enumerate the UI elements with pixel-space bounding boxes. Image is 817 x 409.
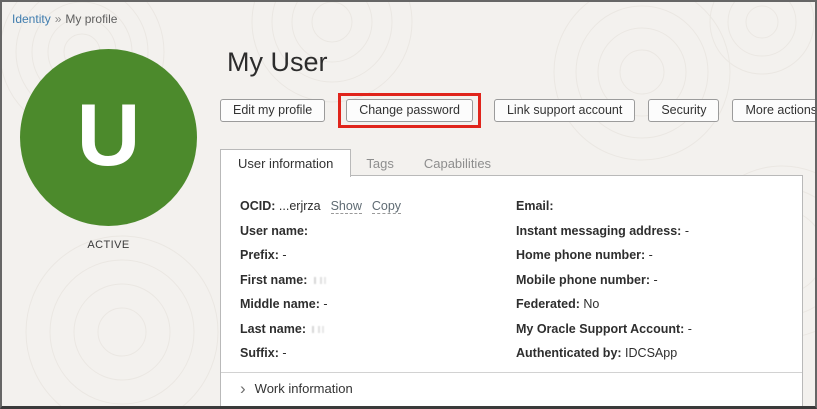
- field-first-name: First name:: [240, 273, 516, 287]
- field-label: Email:: [516, 199, 554, 213]
- button-label: More actions: [745, 103, 817, 117]
- tab-user-information[interactable]: User information: [220, 149, 351, 177]
- chevron-right-icon: ›: [240, 380, 246, 397]
- field-label: First name:: [240, 273, 307, 287]
- field-label: Federated:: [516, 297, 580, 311]
- breadcrumb-link-identity[interactable]: Identity: [12, 12, 51, 26]
- button-label: Link support account: [507, 103, 622, 117]
- redacted-value: [312, 326, 325, 333]
- field-label: Prefix:: [240, 248, 279, 262]
- field-ocid: OCID: ...erjrza Show Copy: [240, 199, 516, 213]
- redacted-value: [314, 277, 327, 284]
- field-label: Home phone number:: [516, 248, 645, 262]
- field-label: Instant messaging address:: [516, 224, 681, 238]
- field-label: Last name:: [240, 322, 306, 336]
- avatar-initial: U: [77, 91, 141, 185]
- fields-right-column: Email: Instant messaging address: -Home …: [516, 199, 692, 360]
- field-email: Email:: [516, 199, 692, 213]
- page-title: My User: [227, 47, 328, 78]
- tab-capabilities[interactable]: Capabilities: [409, 151, 506, 177]
- field-value: -: [685, 224, 689, 238]
- my-profile-page: Identity »My profile U ACTIVE My User Edi…: [0, 0, 817, 409]
- field-value: -: [654, 273, 658, 287]
- field-label: My Oracle Support Account:: [516, 322, 684, 336]
- user-information-panel: OCID: ...erjrza Show Copy User name: Prefix…: [220, 175, 803, 409]
- status-badge: ACTIVE: [20, 239, 197, 251]
- field-value: IDCSApp: [625, 346, 677, 360]
- field-my-oracle-support-account: My Oracle Support Account: -: [516, 322, 692, 336]
- button-link-support-account[interactable]: Link support account: [494, 99, 635, 122]
- field-value: -: [649, 248, 653, 262]
- field-label: Suffix:: [240, 346, 279, 360]
- change-password-highlight-box: Change password: [338, 93, 481, 128]
- section-divider: [221, 372, 802, 373]
- fields-left-column: OCID: ...erjrza Show Copy User name: Prefix…: [240, 199, 516, 360]
- button-label: Security: [661, 103, 706, 117]
- copy-link[interactable]: Copy: [372, 199, 401, 214]
- field-suffix: Suffix: -: [240, 346, 516, 360]
- breadcrumb-separator: »: [55, 12, 62, 26]
- button-edit-my-profile[interactable]: Edit my profile: [220, 99, 325, 122]
- show-link[interactable]: Show: [331, 199, 362, 214]
- user-information-fields: OCID: ...erjrza Show Copy User name: Prefix…: [240, 199, 692, 360]
- field-instant-messaging-address: Instant messaging address: -: [516, 224, 692, 238]
- field-user-name: User name:: [240, 224, 516, 238]
- field-value: -: [323, 297, 327, 311]
- tab-tags[interactable]: Tags: [351, 151, 408, 177]
- button-label: Edit my profile: [233, 103, 312, 117]
- work-information-label: Work information: [255, 381, 353, 396]
- field-label: Mobile phone number:: [516, 273, 650, 287]
- field-value: -: [282, 346, 286, 360]
- field-federated: Federated: No: [516, 297, 692, 311]
- field-label: Middle name:: [240, 297, 320, 311]
- field-authenticated-by: Authenticated by: IDCSApp: [516, 346, 692, 360]
- field-label: OCID:: [240, 199, 275, 213]
- field-value: -: [282, 248, 286, 262]
- field-value: No: [583, 297, 599, 311]
- field-prefix: Prefix: -: [240, 248, 516, 262]
- work-information-toggle[interactable]: › Work information: [240, 380, 353, 397]
- button-security[interactable]: Security: [648, 99, 719, 122]
- tab-bar: User informationTagsCapabilities: [220, 149, 506, 177]
- breadcrumb: Identity »My profile: [12, 12, 117, 26]
- field-label: User name:: [240, 224, 308, 238]
- button-more-actions[interactable]: More actions▾: [732, 99, 817, 122]
- field-middle-name: Middle name: -: [240, 297, 516, 311]
- breadcrumb-current-my-profile: My profile: [65, 12, 117, 26]
- user-avatar: U: [20, 49, 197, 226]
- button-label: Change password: [359, 103, 460, 117]
- action-buttons: Edit my profile Change password Link suppo…: [220, 92, 817, 128]
- field-label: Authenticated by:: [516, 346, 622, 360]
- field-last-name: Last name:: [240, 322, 516, 336]
- field-mobile-phone-number: Mobile phone number: -: [516, 273, 692, 287]
- field-home-phone-number: Home phone number: -: [516, 248, 692, 262]
- button-change-password[interactable]: Change password: [346, 99, 473, 122]
- field-value: -: [688, 322, 692, 336]
- field-value: ...erjrza: [279, 199, 321, 213]
